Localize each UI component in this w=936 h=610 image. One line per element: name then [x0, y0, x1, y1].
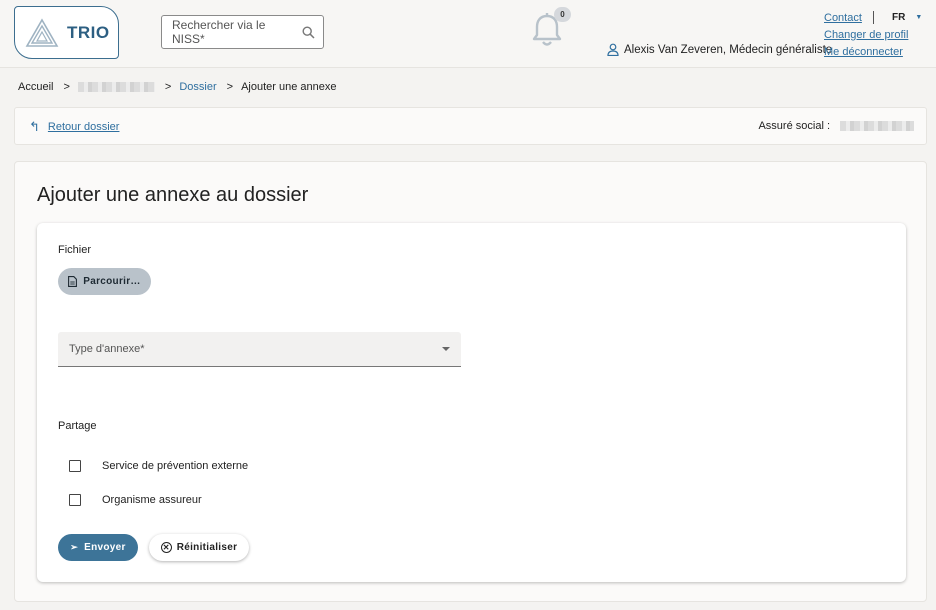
page-title: Ajouter une annexe au dossier — [37, 184, 309, 206]
dossier-subbar: ↰ Retour dossier Assuré social : — [14, 107, 927, 145]
change-profile-link[interactable]: Changer de profil — [824, 27, 908, 44]
breadcrumb-separator: > — [164, 81, 172, 93]
chevron-down-icon: ▼ — [915, 14, 923, 21]
reset-button[interactable]: ✕ Réinitialiser — [149, 534, 249, 561]
logout-link[interactable]: Me déconnecter — [824, 44, 908, 61]
niss-search-field[interactable]: Rechercher via le NISS* — [161, 15, 324, 49]
breadcrumb-patient-redacted[interactable] — [77, 82, 155, 92]
browse-button[interactable]: Parcourir… — [58, 268, 151, 295]
insured-value-redacted — [840, 121, 914, 131]
sharing-option: Service de prévention externe — [69, 460, 248, 472]
annex-form: Fichier Parcourir… Type d'annexe* Partag… — [37, 223, 906, 582]
insured-info: Assuré social : — [758, 120, 914, 132]
sharing-option: Organisme assureur — [69, 494, 202, 506]
annex-type-placeholder: Type d'annexe* — [69, 343, 145, 355]
logo-text: TRIO — [67, 22, 110, 42]
user-icon — [607, 43, 619, 56]
language-label: FR — [892, 12, 906, 23]
search-placeholder: Rechercher via le NISS* — [172, 18, 266, 46]
search-icon[interactable] — [297, 21, 319, 43]
breadcrumb-separator: > — [226, 81, 234, 93]
checkbox-external-prevention[interactable] — [69, 460, 81, 472]
notification-count-badge: 0 — [554, 7, 571, 22]
triangle-logo-icon — [25, 17, 59, 47]
send-icon: ➢ — [70, 542, 79, 552]
checkbox-insurer[interactable] — [69, 494, 81, 506]
user-label: Alexis Van Zeveren, Médecin généraliste — [624, 43, 833, 56]
back-arrow-icon: ↰ — [29, 119, 40, 134]
breadcrumb-separator: > — [63, 81, 70, 93]
breadcrumb: Accueil > > Dossier > Ajouter une annexe — [18, 81, 337, 93]
back-to-dossier[interactable]: ↰ Retour dossier — [29, 119, 119, 135]
submit-label: Envoyer — [84, 542, 126, 553]
option-label: Service de prévention externe — [102, 460, 249, 472]
insured-label: Assuré social : — [758, 120, 830, 132]
file-label: Fichier — [58, 244, 92, 256]
dropdown-caret-icon — [442, 347, 450, 351]
current-user: Alexis Van Zeveren, Médecin généraliste — [607, 43, 832, 56]
reset-label: Réinitialiser — [176, 542, 238, 553]
trio-logo[interactable]: TRIO — [14, 6, 119, 59]
file-icon — [68, 276, 78, 287]
breadcrumb-dossier[interactable]: Dossier — [179, 81, 216, 93]
submit-button[interactable]: ➢ Envoyer — [58, 534, 138, 561]
option-label: Organisme assureur — [102, 494, 202, 506]
main-panel: Ajouter une annexe au dossier Fichier Pa… — [14, 161, 927, 602]
annex-type-select[interactable]: Type d'annexe* — [58, 332, 461, 367]
breadcrumb-current: Ajouter une annexe — [241, 81, 337, 93]
back-link[interactable]: Retour dossier — [48, 121, 120, 133]
breadcrumb-home[interactable]: Accueil — [18, 81, 53, 93]
app-header: TRIO Rechercher via le NISS* 0 Alexis Va… — [0, 0, 936, 68]
sharing-label: Partage — [58, 420, 97, 432]
browse-label: Parcourir… — [83, 276, 141, 287]
close-circle-icon: ✕ — [160, 542, 172, 553]
language-selector[interactable]: FR ▼ — [873, 11, 922, 24]
